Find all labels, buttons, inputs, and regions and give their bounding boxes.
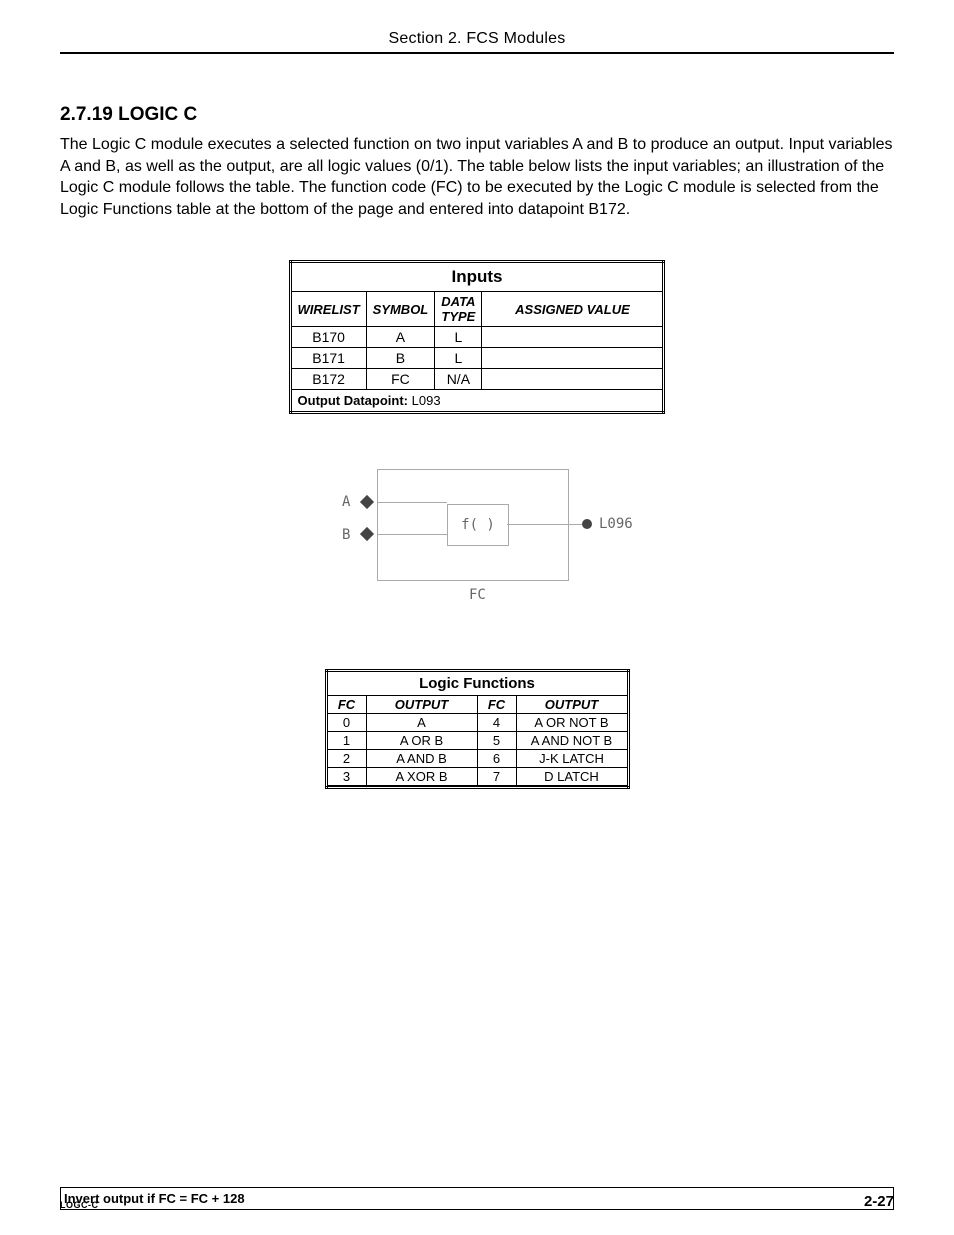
datatype-line1: DATA: [441, 294, 475, 309]
logic-functions-wrap: Logic Functions FC OUTPUT FC OUTPUT 0 A …: [60, 669, 894, 789]
diagram-label-a: A: [342, 494, 350, 510]
page-footer: LOGC-C 2-27: [60, 1193, 894, 1210]
diagram-port-out-icon: [582, 519, 592, 529]
cell-assigned: [482, 327, 664, 348]
diagram-wire-out: [507, 524, 582, 525]
diagram-label-out: L096: [599, 516, 633, 532]
table-row: 3 A XOR B 7 D LATCH: [326, 768, 628, 786]
lf-out: A: [366, 714, 477, 732]
lf-fc: 1: [326, 732, 366, 750]
lf-out: A OR B: [366, 732, 477, 750]
inputs-head-symbol: SYMBOL: [366, 292, 435, 327]
diagram-label-fc: FC: [469, 587, 486, 603]
lf-head-output: OUTPUT: [516, 696, 628, 714]
cell-symbol: B: [366, 348, 435, 369]
footer-module-code: LOGC-C: [60, 1200, 99, 1210]
cell-wirelist: B171: [290, 348, 366, 369]
cell-assigned: [482, 348, 664, 369]
lf-head-fc: FC: [326, 696, 366, 714]
lf-fc: 2: [326, 750, 366, 768]
cell-wirelist: B170: [290, 327, 366, 348]
chapter-body: The Logic C module executes a selected f…: [60, 134, 894, 220]
table-row: B171 B L: [290, 348, 664, 369]
table-row: 2 A AND B 6 J-K LATCH: [326, 750, 628, 768]
diagram-wire-b: [377, 534, 447, 535]
table-row: B172 FC N/A: [290, 369, 664, 390]
inputs-head-assigned: ASSIGNED VALUE: [482, 292, 664, 327]
logic-functions-table: Logic Functions FC OUTPUT FC OUTPUT 0 A …: [325, 669, 630, 789]
table-row: B170 A L: [290, 327, 664, 348]
diagram-func-label: f( ): [461, 517, 495, 533]
lf-fc: 7: [477, 768, 516, 786]
cell-assigned: [482, 369, 664, 390]
cell-datatype: L: [435, 348, 482, 369]
lf-fc: 0: [326, 714, 366, 732]
cell-datatype: L: [435, 327, 482, 348]
footer-page-number: 2-27: [864, 1193, 894, 1210]
diagram-wrap: f( ) A B L096 FC: [60, 469, 894, 609]
diagram-func-box: f( ): [447, 504, 509, 546]
output-datapoint-value: L093: [408, 393, 441, 408]
lf-out: A OR NOT B: [516, 714, 628, 732]
chapter-title: 2.7.19 LOGIC C: [60, 104, 894, 126]
datatype-line2: TYPE: [441, 309, 475, 324]
lf-fc: 3: [326, 768, 366, 786]
cell-datatype: N/A: [435, 369, 482, 390]
lf-out: A AND NOT B: [516, 732, 628, 750]
diagram-port-a-icon: [360, 495, 374, 509]
table-row: 0 A 4 A OR NOT B: [326, 714, 628, 732]
lf-fc: 6: [477, 750, 516, 768]
diagram-wire-a: [377, 502, 447, 503]
inputs-table: Inputs WIRELIST SYMBOL DATA TYPE ASSIGNE…: [289, 260, 666, 414]
lf-out: A XOR B: [366, 768, 477, 786]
inputs-head-datatype: DATA TYPE: [435, 292, 482, 327]
lf-head-fc: FC: [477, 696, 516, 714]
inputs-head-wirelist: WIRELIST: [290, 292, 366, 327]
output-datapoint-label: Output Datapoint:: [298, 393, 408, 408]
inputs-title: Inputs: [290, 262, 664, 292]
cell-wirelist: B172: [290, 369, 366, 390]
cell-symbol: FC: [366, 369, 435, 390]
logic-functions-title: Logic Functions: [326, 671, 628, 696]
lf-fc: 5: [477, 732, 516, 750]
page: Section 2. FCS Modules 2.7.19 LOGIC C Th…: [0, 0, 954, 1235]
running-header: Section 2. FCS Modules: [60, 30, 894, 54]
table-row: 1 A OR B 5 A AND NOT B: [326, 732, 628, 750]
diagram-port-b-icon: [360, 527, 374, 541]
output-datapoint-row: Output Datapoint: L093: [290, 390, 664, 413]
diagram-label-b: B: [342, 527, 350, 543]
lf-out: D LATCH: [516, 768, 628, 786]
cell-symbol: A: [366, 327, 435, 348]
lf-fc: 4: [477, 714, 516, 732]
lf-head-output: OUTPUT: [366, 696, 477, 714]
logic-diagram: f( ) A B L096 FC: [327, 469, 627, 609]
lf-out: J-K LATCH: [516, 750, 628, 768]
lf-out: A AND B: [366, 750, 477, 768]
inputs-table-wrap: Inputs WIRELIST SYMBOL DATA TYPE ASSIGNE…: [60, 260, 894, 414]
